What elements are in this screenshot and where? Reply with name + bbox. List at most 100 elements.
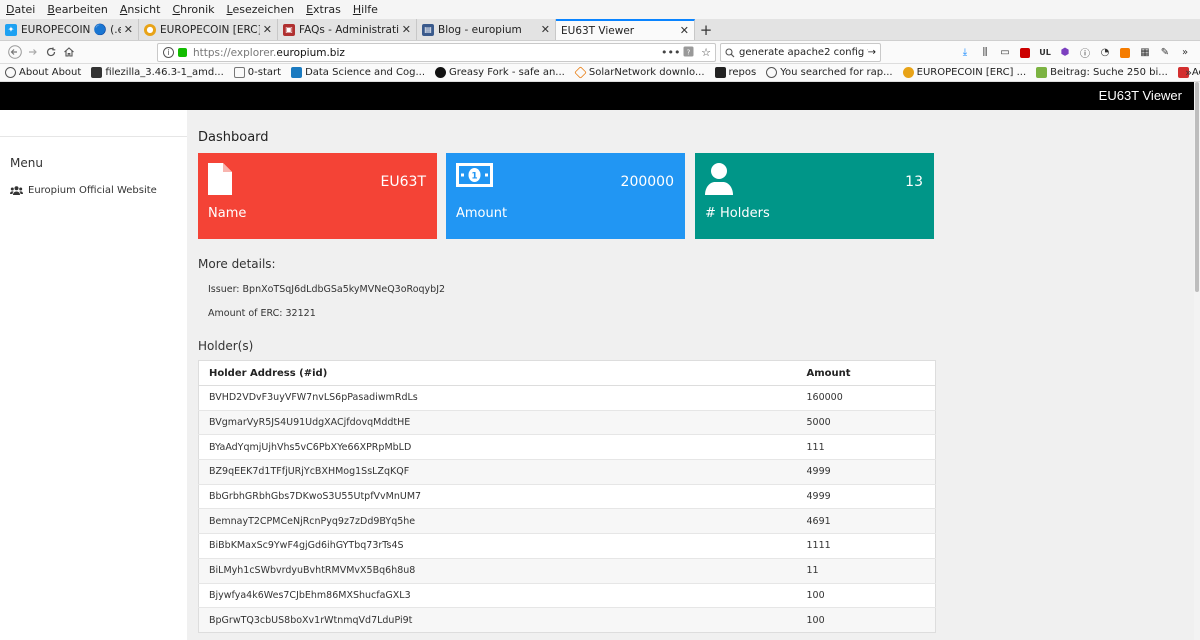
holder-address: BiLMyh1cSWbvrdyuBvhtRMVMvX5Bq6h8u8 [198, 557, 797, 583]
users-icon [10, 186, 23, 195]
holder-amount: 111 [796, 434, 936, 460]
search-input[interactable]: generate apache2 config files [739, 47, 868, 58]
dashboard-title: Dashboard [198, 130, 269, 145]
bookmark-data-science[interactable]: Data Science and Cog... [291, 67, 425, 78]
bookmark-you-searched[interactable]: You searched for rap... [766, 67, 893, 78]
menu-chronik[interactable]: Chronik [172, 3, 214, 16]
tab-eu63t-viewer[interactable]: EU63T Viewer ✕ [556, 19, 695, 40]
tools-icon[interactable]: ✎ [1155, 44, 1175, 61]
folder-icon [233, 67, 245, 78]
holder-address: BVHD2VDvF3uyVFW7nvLS6pPasadiwmRdLs [198, 385, 797, 411]
forward-icon[interactable] [24, 43, 42, 61]
menu-lesezeichen[interactable]: Lesezeichen [227, 3, 295, 16]
search-icon [725, 47, 735, 57]
scrollbar-thumb[interactable] [1195, 82, 1199, 292]
download-extension-icon[interactable]: ⓘ [1075, 44, 1095, 61]
calculator-icon[interactable]: ▦ [1135, 44, 1155, 61]
close-icon[interactable]: ✕ [402, 23, 411, 36]
close-icon[interactable]: ✕ [680, 24, 689, 37]
card-amount: 1 200000 Amount [446, 153, 685, 239]
ublock-icon[interactable] [1015, 44, 1035, 61]
url-bar[interactable]: i https://explorer.europium.biz ••• ? ☆ [157, 43, 716, 62]
page-actions-icon[interactable]: ••• [661, 46, 680, 59]
reload-icon[interactable] [42, 43, 60, 61]
diamond-icon [574, 66, 587, 79]
bookmarks-bar: About About filezilla_3.46.3-1_amd... 0-… [0, 64, 1200, 82]
page-scrollbar[interactable] [1194, 82, 1200, 640]
bookmarks-overflow-icon[interactable]: » [1185, 66, 1192, 79]
url-text[interactable]: https://explorer.europium.biz [193, 47, 661, 59]
coin-icon [902, 67, 914, 78]
coin-icon: ● [144, 23, 156, 36]
card-holders: 13 # Holders [695, 153, 934, 239]
bookmark-label: Greasy Fork - safe an... [449, 67, 565, 78]
table-header-row: Holder Address (#id) Amount [198, 360, 936, 386]
card-name: EU63T Name [198, 153, 437, 239]
tab-europecoin-twitter[interactable]: ✦ EUROPECOIN 🔵 (.eu.org ✕ [0, 19, 139, 40]
bookmark-label: Account [1191, 67, 1200, 78]
close-icon[interactable]: ✕ [541, 23, 550, 36]
notification-extension-icon[interactable] [1115, 44, 1135, 61]
home-icon[interactable] [60, 43, 78, 61]
table-row: BiLMyh1cSWbvrdyuBvhtRMVMvX5Bq6h8u8 11 [198, 557, 936, 583]
holder-address: BbGrbhGRbhGbs7DKwoS3U55UtpfVvMnUM7 [198, 483, 797, 509]
twitter-icon: ✦ [5, 23, 17, 36]
tab-europecoin-erc[interactable]: ● EUROPECOIN [ERC] ⭐ F ✕ [139, 19, 278, 40]
bookmark-europecoin-erc[interactable]: EUROPECOIN [ERC] ... [902, 67, 1026, 78]
tab-title: FAQs - Administration [299, 23, 399, 36]
holder-amount: 160000 [796, 385, 936, 411]
bookmark-solarnetwork[interactable]: SolarNetwork downlo... [574, 66, 705, 79]
holder-address: BiBbKMaxSc9YwF4gjGd6ihGYTbq73rTs4S [198, 533, 797, 559]
close-icon[interactable]: ✕ [263, 23, 272, 36]
holder-address: BZ9qEEK7d1TFfjURjYcBXHMog1SsLZqKQF [198, 459, 797, 485]
bookmark-filezilla[interactable]: filezilla_3.46.3-1_amd... [91, 67, 224, 78]
bookmark-repos[interactable]: repos [714, 67, 756, 78]
sidebar-icon[interactable]: ▭ [995, 44, 1015, 61]
bookmark-star-icon[interactable]: ☆ [697, 46, 715, 59]
library-icon[interactable]: ⫼ [975, 44, 995, 61]
amount-erc-detail: Amount of ERC: 32121 [208, 308, 316, 319]
holder-address: BemnayT2CPMCeNjRcnPyq9z7zDd9BYq5he [198, 508, 797, 534]
column-header-amount: Amount [796, 360, 936, 386]
tab-title: EUROPECOIN 🔵 (.eu.org [21, 24, 121, 36]
brand-title[interactable]: EU63T Viewer [1099, 88, 1182, 103]
search-go-icon[interactable]: → [868, 47, 876, 58]
wifi-icon[interactable]: ◔ [1095, 44, 1115, 61]
sidebar-divider [0, 136, 187, 137]
info-icon[interactable]: i [163, 47, 174, 58]
browser-menubar: Datei Bearbeiten Ansicht Chronik Lesezei… [0, 0, 1200, 19]
table-row: BemnayT2CPMCeNjRcnPyq9z7zDd9BYq5he 4691 [198, 508, 936, 534]
menu-hilfe[interactable]: Hilfe [353, 3, 378, 16]
card-holders-label: # Holders [705, 206, 770, 221]
lock-icon[interactable] [178, 48, 187, 57]
menu-extras[interactable]: Extras [306, 3, 341, 16]
bookmark-beitrag[interactable]: Beitrag: Suche 250 bi... [1036, 67, 1168, 78]
sidebar: Menu Europium Official Website [0, 110, 187, 640]
reader-icon[interactable]: ? [679, 46, 697, 60]
close-icon[interactable]: ✕ [124, 23, 133, 36]
bookmark-0-start[interactable]: 0-start [233, 67, 281, 78]
search-bar[interactable]: generate apache2 config files → [720, 43, 881, 62]
tab-title: EU63T Viewer [561, 24, 635, 37]
bookmark-about-about[interactable]: About About [5, 67, 81, 78]
holders-table: Holder Address (#id) Amount BVHD2VDvF3uy… [198, 360, 936, 633]
new-tab-button[interactable]: + [695, 19, 717, 40]
tab-faqs-administration[interactable]: ▣ FAQs - Administration ✕ [278, 19, 417, 40]
table-row: BVgmarVyR5JS4U91UdgXACjfdovqMddtHE 5000 [198, 409, 936, 435]
navigation-bar: i https://explorer.europium.biz ••• ? ☆ … [0, 41, 1200, 64]
back-icon[interactable] [6, 43, 24, 61]
sidebar-link-official-website[interactable]: Europium Official Website [10, 185, 157, 196]
menu-ansicht[interactable]: Ansicht [120, 3, 161, 16]
file-icon [91, 67, 103, 78]
tab-blog-europium[interactable]: ▤ Blog - europium ✕ [417, 19, 556, 40]
holder-address: Bjywfya4k6Wes7CJbEhm86MXShucfaGXL3 [198, 582, 797, 608]
overflow-icon[interactable]: » [1175, 44, 1195, 61]
menu-bearbeiten[interactable]: Bearbeiten [47, 3, 107, 16]
table-row: BbGrbhGRbhGbs7DKwoS3U55UtpfVvMnUM7 4999 [198, 483, 936, 509]
download-icon[interactable]: ⤓ [955, 44, 975, 61]
bookmark-greasy-fork[interactable]: Greasy Fork - safe an... [435, 67, 565, 78]
ul-extension-icon[interactable]: UL [1035, 44, 1055, 61]
site-icon [291, 67, 303, 78]
menu-datei[interactable]: Datei [6, 3, 35, 16]
cube-extension-icon[interactable]: ⬢ [1055, 44, 1075, 61]
